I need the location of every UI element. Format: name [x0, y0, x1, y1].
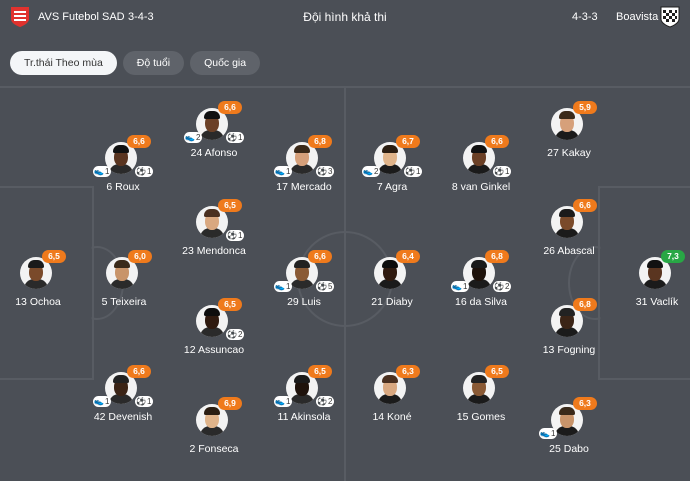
boot-icon: 👟	[185, 133, 195, 142]
assists-stat: 👟 2	[184, 132, 203, 143]
player-rating-badge: 6,3	[573, 397, 597, 410]
assists-stat: 👟 1	[274, 166, 293, 177]
player-rating-badge: 6,6	[218, 101, 242, 114]
boot-icon: 👟	[275, 397, 285, 406]
stat-tabs: Tr.thái Theo mùa Độ tuổi Quốc gia	[10, 51, 261, 75]
ball-icon: ⚽	[136, 397, 146, 406]
ball-icon: ⚽	[227, 133, 237, 142]
assists-stat: 👟 1	[274, 396, 293, 407]
player-name[interactable]: 25 Dabo	[509, 443, 629, 455]
assists-stat: 👟 1	[274, 281, 293, 292]
goals-count: 1	[146, 397, 152, 406]
player-rating-badge: 6,5	[308, 365, 332, 378]
player-rating-badge: 6,8	[573, 298, 597, 311]
ball-icon: ⚽	[494, 167, 504, 176]
away-player-11[interactable]: 7,3 31 Vaclík	[597, 250, 690, 327]
ball-icon: ⚽	[317, 282, 327, 291]
assists-count: 1	[285, 167, 291, 176]
player-name[interactable]: 12 Assuncao	[154, 344, 274, 356]
player-rating-badge: 6,6	[127, 365, 151, 378]
goals-count: 1	[146, 167, 152, 176]
assists-stat: 👟 1	[451, 281, 470, 292]
boot-icon: 👟	[275, 282, 285, 291]
away-formation: 4-3-3	[572, 11, 598, 23]
assists-count: 1	[285, 282, 291, 291]
goals-stat: ⚽ 1	[226, 132, 245, 143]
goals-count: 1	[237, 133, 243, 142]
goals-stat: ⚽ 1	[404, 166, 423, 177]
assists-stat: 👟 1	[93, 166, 112, 177]
player-rating-badge: 6,0	[128, 250, 152, 263]
assists-count: 2	[373, 167, 379, 176]
away-player-10[interactable]: 6,3 👟 1 25 Dabo	[509, 397, 629, 474]
assists-count: 1	[462, 282, 468, 291]
player-name[interactable]: 26 Abascal	[509, 245, 629, 257]
tab-season-stats[interactable]: Tr.thái Theo mùa	[10, 51, 117, 75]
ball-icon: ⚽	[317, 167, 327, 176]
player-rating-badge: 6,5	[485, 365, 509, 378]
ball-icon: ⚽	[136, 167, 146, 176]
goals-stat: ⚽ 1	[135, 166, 154, 177]
boot-icon: 👟	[540, 429, 550, 438]
assists-count: 1	[104, 397, 110, 406]
ball-icon: ⚽	[227, 231, 237, 240]
assists-count: 1	[104, 167, 110, 176]
player-rating-badge: 6,5	[218, 298, 242, 311]
boot-icon: 👟	[452, 282, 462, 291]
player-rating-badge: 6,6	[308, 250, 332, 263]
goals-count: 2	[504, 282, 510, 291]
assists-stat: 👟 1	[93, 396, 112, 407]
assists-stat: 👟 2	[362, 166, 381, 177]
player-rating-badge: 6,6	[127, 135, 151, 148]
assists-stat: 👟 1	[539, 428, 558, 439]
player-name[interactable]: 27 Kakay	[509, 147, 629, 159]
goals-stat: ⚽ 2	[226, 329, 245, 340]
away-player-7[interactable]: 5,9 27 Kakay	[509, 101, 629, 178]
player-rating-badge: 6,6	[573, 199, 597, 212]
away-team-name[interactable]: Boavista	[616, 11, 658, 23]
assists-count: 2	[195, 133, 201, 142]
player-name[interactable]: 2 Fonseca	[154, 443, 274, 455]
player-rating-badge: 6,6	[485, 135, 509, 148]
boavista-logo-icon[interactable]	[660, 6, 680, 28]
player-rating-badge: 6,5	[218, 199, 242, 212]
player-name[interactable]: 6 Roux	[63, 181, 183, 193]
player-rating-badge: 6,5	[42, 250, 66, 263]
goals-count: 2	[237, 330, 243, 339]
player-name[interactable]: 23 Mendonca	[154, 245, 274, 257]
boot-icon: 👟	[94, 167, 104, 176]
ball-icon: ⚽	[494, 282, 504, 291]
ball-icon: ⚽	[405, 167, 415, 176]
boot-icon: 👟	[275, 167, 285, 176]
player-rating-badge: 7,3	[661, 250, 685, 263]
boot-icon: 👟	[363, 167, 373, 176]
goals-stat: ⚽ 2	[493, 281, 512, 292]
tab-nationality[interactable]: Quốc gia	[190, 51, 261, 75]
boot-icon: 👟	[94, 397, 104, 406]
goals-stat: ⚽ 1	[135, 396, 154, 407]
player-rating-badge: 6,3	[396, 365, 420, 378]
goals-count: 1	[415, 167, 421, 176]
goals-count: 1	[237, 231, 243, 240]
player-rating-badge: 6,8	[308, 135, 332, 148]
tab-age[interactable]: Độ tuổi	[122, 51, 185, 75]
player-rating-badge: 5,9	[573, 101, 597, 114]
player-rating-badge: 6,8	[485, 250, 509, 263]
ball-icon: ⚽	[317, 397, 327, 406]
match-header: AVS Futebol SAD 3-4-3 Đội hình khả thi 4…	[0, 0, 690, 38]
player-name[interactable]: 8 van Ginkel	[421, 181, 541, 193]
player-name[interactable]: 13 Fogning	[509, 344, 629, 356]
ball-icon: ⚽	[227, 330, 237, 339]
assists-count: 1	[285, 397, 291, 406]
goals-stat: ⚽ 1	[226, 230, 245, 241]
player-name[interactable]: 31 Vaclík	[597, 296, 690, 308]
player-rating-badge: 6,9	[218, 397, 242, 410]
assists-count: 1	[550, 429, 556, 438]
player-rating-badge: 6,4	[396, 250, 420, 263]
player-rating-badge: 6,7	[396, 135, 420, 148]
